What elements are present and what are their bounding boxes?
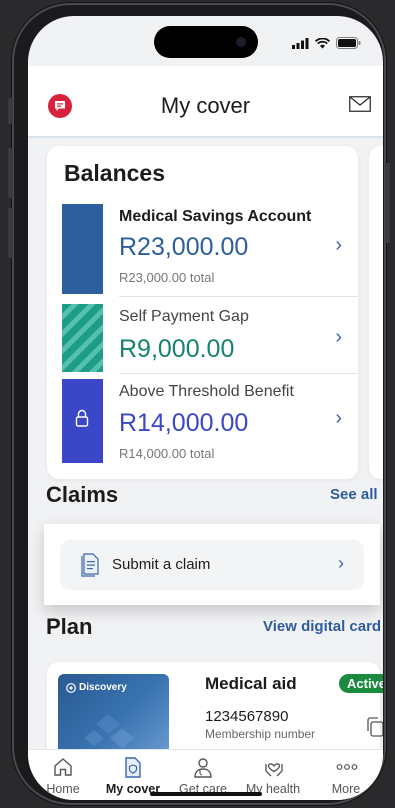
status-bar (28, 16, 383, 66)
page-title: My cover (160, 93, 251, 118)
chevron-right-icon: › (338, 553, 344, 573)
see-all-link[interactable]: See all (330, 486, 378, 503)
submit-claim-label: Submit a claim (112, 556, 211, 573)
membership-card-image: Discovery (58, 674, 169, 754)
view-digital-card-link[interactable]: View digital card (263, 618, 381, 635)
chevron-right-icon: › (335, 407, 342, 429)
tab-label: More (331, 782, 361, 796)
claims-title: Claims (46, 482, 119, 507)
balances-card: Balances Medical Savings Account R23,000… (47, 146, 358, 479)
discovery-logo-icon (66, 683, 76, 693)
claims-panel: Submit a claim › (44, 524, 380, 605)
balances-title: Balances (64, 160, 166, 186)
more-dots-icon (336, 764, 358, 770)
balance-color-bar (62, 379, 103, 463)
plan-card-title: Medical aid (205, 674, 297, 693)
wifi-icon (315, 37, 330, 48)
doctor-icon (194, 758, 212, 778)
balance-total: R14,000.00 total (119, 446, 215, 461)
card-brand: Discovery (79, 682, 127, 693)
home-indicator[interactable] (150, 792, 262, 796)
plan-title: Plan (46, 614, 93, 639)
balance-medical-savings[interactable]: Medical Savings Account R23,000.00 R23,0… (62, 204, 358, 294)
chevron-right-icon: › (335, 234, 342, 256)
status-badge: Active (339, 674, 383, 693)
balance-amount: R9,000.00 (119, 335, 235, 363)
next-card-peek[interactable] (369, 146, 383, 479)
membership-number-label: Membership number (205, 727, 316, 741)
membership-number: 1234567890 (205, 708, 289, 725)
balance-striped-bar (62, 304, 103, 372)
inbox-button[interactable] (349, 96, 371, 117)
balance-name: Self Payment Gap (119, 308, 249, 325)
tab-label: Home (46, 782, 80, 796)
mail-icon (349, 96, 371, 112)
document-shield-icon (125, 757, 141, 778)
screen: My cover Balances Medical Savings Accoun… (28, 16, 383, 800)
dynamic-island (154, 26, 258, 58)
tab-more[interactable]: More (311, 750, 381, 800)
copy-icon[interactable] (365, 716, 383, 738)
balance-self-payment-gap[interactable]: Self Payment Gap R9,000.00 › (62, 304, 358, 372)
home-icon (54, 758, 72, 776)
balance-total: R23,000.00 total (119, 270, 215, 285)
signal-icon (292, 37, 309, 49)
balance-above-threshold[interactable]: Above Threshold Benefit R14,000.00 R14,0… (62, 379, 358, 463)
battery-icon (336, 37, 361, 49)
balance-color-bar (62, 204, 103, 294)
balance-name: Medical Savings Account (119, 208, 312, 225)
app-header: My cover (28, 66, 383, 138)
balance-name: Above Threshold Benefit (119, 383, 294, 400)
lock-icon (75, 409, 89, 427)
tab-home[interactable]: Home (28, 750, 98, 800)
chevron-right-icon: › (335, 326, 342, 348)
submit-claim-button[interactable]: Submit a claim › (60, 540, 364, 590)
balance-amount: R14,000.00 (119, 409, 249, 437)
document-icon (81, 553, 99, 577)
balance-amount: R23,000.00 (119, 233, 249, 261)
heart-hands-icon (265, 763, 283, 777)
card-pattern (84, 714, 134, 748)
